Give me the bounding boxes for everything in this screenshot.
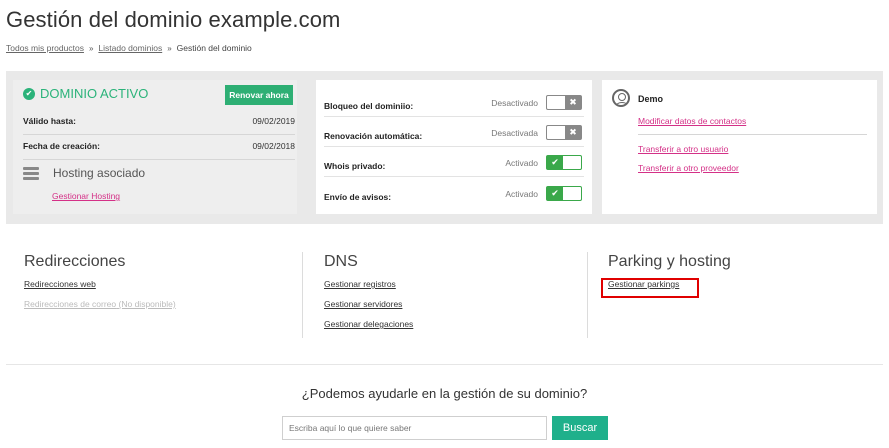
- manage-records-link[interactable]: Gestionar registros: [324, 279, 413, 289]
- x-icon: ✖: [565, 126, 581, 139]
- breadcrumb: Todos mis productos » Listado dominios » Ges…: [6, 43, 252, 53]
- mail-redirects-disabled: Redirecciones de correo (No disponible): [24, 299, 176, 309]
- check-circle-icon: ✔: [23, 87, 35, 100]
- auto-renewal-toggle[interactable]: ✖: [546, 125, 582, 140]
- associated-hosting-label: Hosting asociado: [53, 166, 146, 180]
- breadcrumb-separator: »: [167, 44, 172, 53]
- associated-hosting: Hosting asociado: [23, 166, 145, 180]
- domain-options-card: Bloqueo del dominiio: Desactivado ✖ Reno…: [316, 80, 592, 214]
- divider: [638, 134, 867, 135]
- option-label: Bloqueo del dominiio:: [324, 101, 414, 111]
- domain-status-card: ✔ DOMINIO ACTIVO Renovar ahora Válido ha…: [13, 80, 297, 214]
- check-icon: ✔: [547, 187, 563, 200]
- manage-servers-link[interactable]: Gestionar servidores: [324, 299, 413, 309]
- section-divider: [302, 252, 303, 338]
- server-icon: [23, 166, 39, 180]
- manage-hosting-link[interactable]: Gestionar Hosting: [52, 191, 120, 201]
- valid-until-label: Válido hasta:: [23, 116, 76, 126]
- unavailable-note: (No disponible): [118, 299, 176, 309]
- user-card: Demo Modificar datos de contactos Transf…: [602, 80, 877, 214]
- option-row-domain-lock: Bloqueo del dominiio: Desactivado ✖: [324, 87, 584, 117]
- modify-contacts-link[interactable]: Modificar datos de contactos: [638, 116, 746, 126]
- valid-until-row: Válido hasta: 09/02/2019: [23, 116, 295, 135]
- option-row-notifications: Envío de avisos: Activado ✔: [324, 178, 584, 208]
- valid-until-value: 09/02/2019: [252, 116, 295, 126]
- created-date-label: Fecha de creación:: [23, 141, 101, 151]
- parking-title: Parking y hosting: [608, 253, 731, 270]
- option-label: Envío de avisos:: [324, 192, 392, 202]
- user-name: Demo: [638, 94, 664, 104]
- option-state: Desactivado: [491, 98, 538, 108]
- option-row-auto-renewal: Renovación automática: Desactivada ✖: [324, 117, 584, 147]
- breadcrumb-all-products[interactable]: Todos mis productos: [6, 43, 84, 53]
- manage-delegations-link[interactable]: Gestionar delegaciones: [324, 319, 413, 329]
- divider: [6, 364, 883, 365]
- web-redirects-link[interactable]: Redirecciones web: [24, 279, 176, 289]
- redirects-section: Redirecciones Redirecciones web Redirecc…: [24, 253, 176, 319]
- notifications-toggle[interactable]: ✔: [546, 186, 582, 201]
- highlight-box: [601, 278, 699, 298]
- domain-lock-toggle[interactable]: ✖: [546, 95, 582, 110]
- check-icon: ✔: [547, 156, 563, 169]
- breadcrumb-domain-list[interactable]: Listado dominios: [98, 43, 162, 53]
- page-title: Gestión del dominio example.com: [6, 7, 341, 32]
- option-state: Activado: [505, 189, 538, 199]
- renew-button[interactable]: Renovar ahora: [225, 85, 293, 105]
- mail-redirects-label: Redirecciones de correo: [24, 299, 117, 309]
- option-label: Renovación automática:: [324, 131, 423, 141]
- transfer-provider-link[interactable]: Transferir a otro proveedor: [638, 163, 739, 173]
- private-whois-toggle[interactable]: ✔: [546, 155, 582, 170]
- option-state: Activado: [505, 158, 538, 168]
- user-avatar-icon: [612, 89, 630, 107]
- section-divider: [587, 252, 588, 338]
- transfer-user-link[interactable]: Transferir a otro usuario: [638, 144, 728, 154]
- breadcrumb-separator: »: [88, 44, 94, 53]
- created-date-row: Fecha de creación: 09/02/2018: [23, 141, 295, 160]
- option-row-private-whois: Whois privado: Activado ✔: [324, 147, 584, 177]
- option-state: Desactivada: [491, 128, 538, 138]
- help-search-input[interactable]: [282, 416, 547, 440]
- domain-status: ✔ DOMINIO ACTIVO: [23, 86, 148, 101]
- option-label: Whois privado:: [324, 161, 386, 171]
- redirects-title: Redirecciones: [24, 253, 126, 270]
- dns-section: DNS Gestionar registros Gestionar servid…: [324, 253, 413, 339]
- search-button[interactable]: Buscar: [552, 416, 608, 440]
- dns-title: DNS: [324, 253, 358, 270]
- created-date-value: 09/02/2018: [252, 141, 295, 151]
- x-icon: ✖: [565, 96, 581, 109]
- help-title: ¿Podemos ayudarle en la gestión de su do…: [301, 386, 588, 401]
- domain-status-label: DOMINIO ACTIVO: [40, 86, 149, 101]
- breadcrumb-current: Gestión del dominio: [176, 43, 252, 53]
